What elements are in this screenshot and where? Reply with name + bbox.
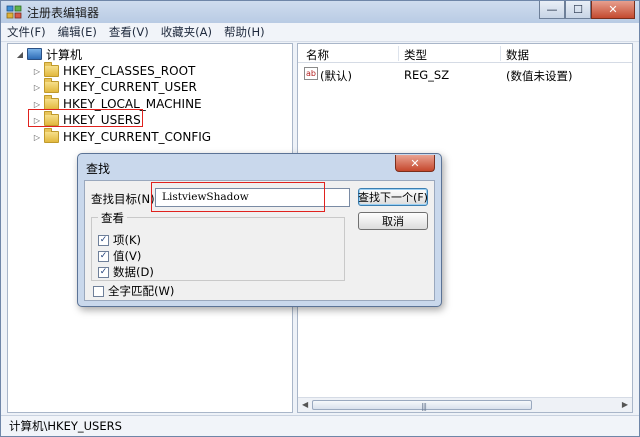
checkbox-keys[interactable]: ✓	[98, 234, 109, 246]
dialog-close-button[interactable]: ✕	[395, 155, 435, 172]
option-whole-word[interactable]: 全字匹配(W)	[93, 283, 174, 299]
column-header-type[interactable]: 类型	[404, 47, 427, 63]
value-data: (数值未设置)	[506, 69, 573, 83]
folder-icon	[44, 78, 59, 93]
option-values[interactable]: ✓ 值(V)	[98, 248, 141, 264]
expand-arrow-icon[interactable]: ▷	[33, 100, 41, 109]
minimize-icon: —	[546, 3, 558, 16]
find-next-button[interactable]: 查找下一个(F)	[358, 188, 428, 206]
annotation-highlight-hku	[28, 109, 143, 127]
value-name: (默认)	[320, 69, 352, 83]
horizontal-scrollbar[interactable]: ◀ ||| ▶	[298, 397, 632, 412]
column-divider[interactable]	[500, 46, 501, 61]
window-controls: — ☐ ✕	[539, 1, 635, 21]
checkbox-whole-word[interactable]	[93, 285, 104, 297]
menu-view[interactable]: 查看(V)	[109, 24, 149, 40]
scroll-left-icon[interactable]: ◀	[302, 400, 308, 409]
menu-help[interactable]: 帮助(H)	[224, 24, 265, 40]
option-keys[interactable]: ✓ 项(K)	[98, 232, 141, 248]
annotation-highlight-input	[151, 182, 325, 212]
column-header-data[interactable]: 数据	[506, 47, 529, 63]
dialog-title: 查找	[86, 162, 111, 176]
value-type: REG_SZ	[404, 68, 450, 82]
folder-icon	[44, 62, 59, 77]
maximize-icon: ☐	[573, 3, 583, 16]
checkbox-values[interactable]: ✓	[98, 250, 109, 262]
check-icon: ✓	[99, 250, 108, 261]
status-path: 计算机\HKEY_USERS	[9, 419, 122, 433]
column-header-name[interactable]: 名称	[306, 47, 329, 63]
folder-icon	[44, 128, 59, 143]
option-values-label: 值(V)	[113, 249, 142, 263]
tree-item-label: 计算机	[46, 47, 83, 62]
expand-arrow-icon[interactable]: ▷	[33, 133, 41, 142]
table-row[interactable]: ab (默认) REG_SZ (数值未设置)	[298, 66, 632, 83]
tree-item-label: HKEY_CURRENT_CONFIG	[63, 130, 212, 144]
computer-icon	[27, 48, 42, 60]
column-headers: 名称 类型 数据	[298, 44, 632, 63]
scroll-right-icon[interactable]: ▶	[622, 400, 628, 409]
checkbox-data[interactable]: ✓	[98, 266, 109, 278]
close-button[interactable]: ✕	[591, 1, 635, 19]
regedit-icon	[6, 5, 22, 19]
find-dialog: 查找 ✕ 查找目标(N): ListviewShadow 查找下一个(F) 取消…	[77, 153, 442, 307]
collapse-arrow-icon[interactable]: ◢	[16, 50, 24, 59]
status-bar: 计算机\HKEY_USERS	[1, 415, 639, 436]
maximize-button[interactable]: ☐	[565, 1, 591, 19]
close-icon: ✕	[608, 3, 618, 16]
tree-item-label: HKEY_CURRENT_USER	[63, 80, 197, 94]
check-icon: ✓	[99, 234, 108, 245]
menu-bar: 文件(F) 编辑(E) 查看(V) 收藏夹(A) 帮助(H)	[1, 23, 639, 42]
tree-item-computer[interactable]: ◢ 计算机	[16, 46, 82, 62]
tree-item-hkcu[interactable]: ▷ HKEY_CURRENT_USER	[33, 78, 197, 95]
minimize-button[interactable]: —	[539, 1, 565, 19]
tree-item-hkcr[interactable]: ▷ HKEY_CLASSES_ROOT	[33, 62, 196, 79]
look-at-title: 查看	[98, 210, 127, 226]
option-data[interactable]: ✓ 数据(D)	[98, 264, 154, 280]
cancel-button[interactable]: 取消	[358, 212, 428, 230]
option-whole-word-label: 全字匹配(W)	[108, 284, 175, 298]
menu-file[interactable]: 文件(F)	[7, 24, 46, 40]
scroll-thumb[interactable]: |||	[312, 400, 532, 411]
find-next-label: 查找下一个(F)	[358, 191, 428, 204]
column-divider[interactable]	[398, 46, 399, 61]
option-data-label: 数据(D)	[113, 265, 154, 279]
grip-icon: |||	[421, 402, 427, 411]
expand-arrow-icon[interactable]: ▷	[33, 83, 41, 92]
title-bar[interactable]: 注册表编辑器 — ☐ ✕	[1, 1, 639, 23]
menu-favorites[interactable]: 收藏夹(A)	[161, 24, 212, 40]
find-what-label: 查找目标(N):	[91, 192, 159, 206]
regedit-window: 注册表编辑器 — ☐ ✕ 文件(F) 编辑(E) 查看(V) 收藏夹(A) 帮助…	[0, 0, 640, 437]
expand-arrow-icon[interactable]: ▷	[33, 67, 41, 76]
string-value-icon: ab	[304, 67, 318, 80]
cancel-label: 取消	[382, 215, 404, 228]
tree-item-label: HKEY_CLASSES_ROOT	[63, 64, 196, 78]
window-title: 注册表编辑器	[27, 6, 100, 20]
close-icon: ✕	[410, 156, 420, 170]
menu-edit[interactable]: 编辑(E)	[58, 24, 97, 40]
check-icon: ✓	[99, 266, 108, 277]
tree-item-hkcc[interactable]: ▷ HKEY_CURRENT_CONFIG	[33, 128, 212, 145]
dialog-body: 查找目标(N): ListviewShadow 查找下一个(F) 取消 查看 ✓…	[84, 180, 435, 301]
look-at-group: 查看 ✓ 项(K) ✓ 值(V) ✓ 数据(D)	[91, 210, 345, 281]
option-keys-label: 项(K)	[113, 233, 142, 247]
